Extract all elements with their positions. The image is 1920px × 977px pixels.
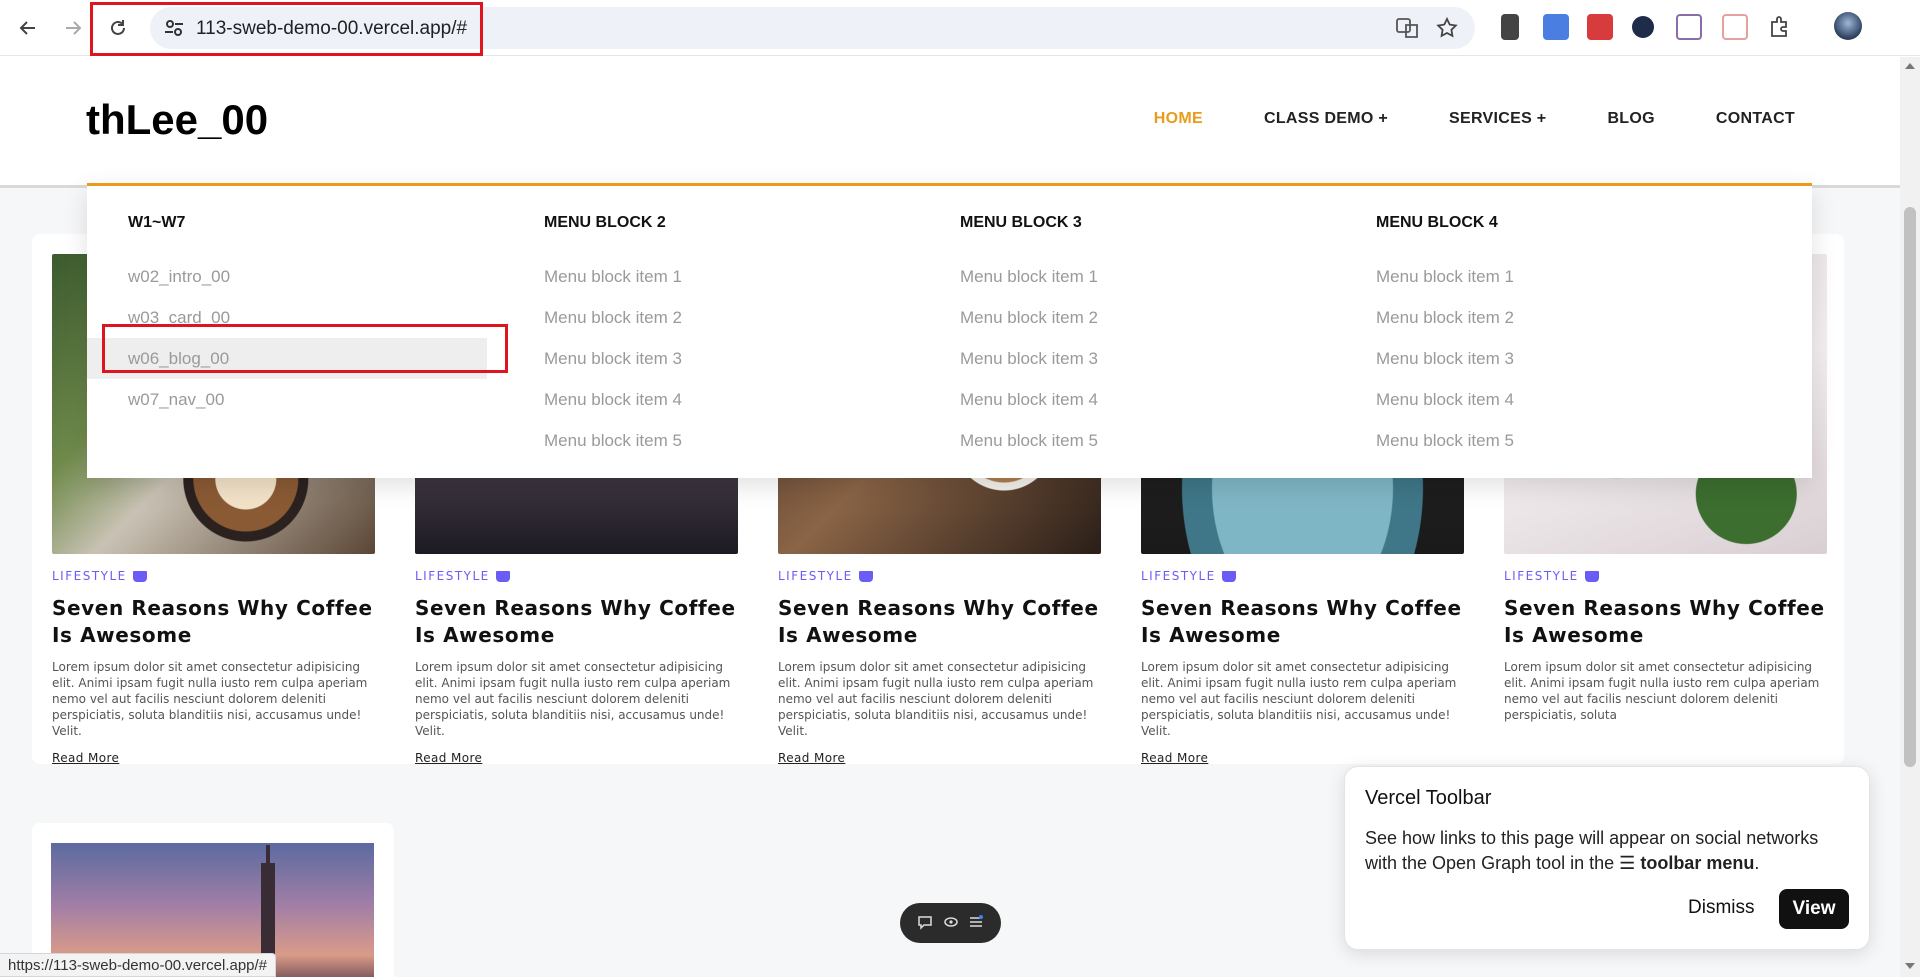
category-label[interactable]: LIFESTYLE	[1141, 569, 1464, 583]
highlight-address-bar	[90, 2, 483, 56]
read-more-link[interactable]: Read More	[1141, 751, 1208, 765]
scrollbar-thumb[interactable]	[1904, 207, 1916, 767]
menu-column-title: MENU BLOCK 3	[960, 214, 1082, 231]
menu-block-item[interactable]: Menu block item 2	[919, 297, 1319, 338]
menu-block-item[interactable]: Menu block item 2	[1335, 297, 1735, 338]
window-extension-icon[interactable]	[1676, 14, 1702, 40]
coffee-cup-icon	[495, 570, 510, 582]
category-label[interactable]: LIFESTYLE	[1504, 569, 1827, 583]
category-label[interactable]: LIFESTYLE	[415, 569, 738, 583]
popup-title: Vercel Toolbar	[1365, 787, 1492, 809]
card-title[interactable]: Seven Reasons Why Coffee Is Awesome	[52, 595, 375, 649]
coffee-cup-icon	[1584, 570, 1599, 582]
site-header: thLee_00 HOME CLASS DEMO + SERVICES + BL…	[0, 57, 1900, 185]
menu-block-item[interactable]: Menu block item 4	[919, 379, 1319, 420]
popup-text: See how links to this page will appear o…	[1365, 828, 1819, 873]
card-title[interactable]: Seven Reasons Why Coffee Is Awesome	[1504, 595, 1827, 649]
menu-icon: ☰	[1619, 853, 1636, 873]
main-nav: HOME CLASS DEMO + SERVICES + BLOG CONTAC…	[1093, 110, 1795, 128]
card-excerpt: Lorem ipsum dolor sit amet consectetur a…	[778, 660, 1094, 738]
nav-services[interactable]: SERVICES +	[1449, 110, 1546, 128]
site-logo[interactable]: thLee_00	[86, 96, 268, 144]
coffee-cup-icon	[132, 570, 147, 582]
book-extension-icon[interactable]	[1587, 14, 1613, 40]
vercel-toolbar-pill[interactable]	[900, 903, 1001, 943]
translate-icon[interactable]	[1395, 16, 1419, 40]
link-status-bar: https://113-sweb-demo-00.vercel.app/#	[0, 953, 277, 977]
card-title[interactable]: Seven Reasons Why Coffee Is Awesome	[415, 595, 738, 649]
highlight-menu-item	[102, 324, 508, 373]
coffee-cup-icon	[858, 570, 873, 582]
page-scrollbar[interactable]	[1900, 57, 1920, 977]
menu-block-item[interactable]: Menu block item 1	[919, 256, 1319, 297]
menu-column-title: MENU BLOCK 4	[1376, 214, 1498, 231]
menu-block-item[interactable]: Menu block item 5	[503, 420, 903, 461]
nav-home[interactable]: HOME	[1154, 110, 1203, 128]
nav-blog[interactable]: BLOG	[1607, 110, 1654, 128]
nav-contact[interactable]: CONTACT	[1716, 110, 1795, 128]
menu-item-w07-nav[interactable]: w07_nav_00	[87, 379, 487, 420]
scroll-down-icon[interactable]	[1905, 963, 1915, 969]
vercel-toolbar-popup: Vercel Toolbar See how links to this pag…	[1344, 766, 1870, 950]
menu-block-item[interactable]: Menu block item 5	[1335, 420, 1735, 461]
forward-icon[interactable]	[55, 10, 91, 46]
menu-block-item[interactable]: Menu block item 4	[1335, 379, 1735, 420]
extensions-icon[interactable]	[1767, 14, 1793, 40]
card-title[interactable]: Seven Reasons Why Coffee Is Awesome	[1141, 595, 1464, 649]
dismiss-button[interactable]: Dismiss	[1688, 897, 1755, 919]
eye-icon[interactable]	[943, 914, 959, 933]
menu-block-item[interactable]: Menu block item 1	[503, 256, 903, 297]
menu-block-item[interactable]: Menu block item 4	[503, 379, 903, 420]
card-title[interactable]: Seven Reasons Why Coffee Is Awesome	[778, 595, 1101, 649]
menu-item-w02-intro[interactable]: w02_intro_00	[87, 256, 487, 297]
category-label[interactable]: LIFESTYLE	[778, 569, 1101, 583]
view-button[interactable]: View	[1779, 889, 1849, 929]
audio-extension-icon[interactable]	[1501, 14, 1519, 40]
menu-column-block-3: MENU BLOCK 3 Menu block item 1 Menu bloc…	[919, 214, 1299, 461]
card-excerpt: Lorem ipsum dolor sit amet consectetur a…	[415, 660, 731, 738]
menu-column-block-4: MENU BLOCK 4 Menu block item 1 Menu bloc…	[1335, 214, 1715, 461]
star-icon[interactable]	[1435, 16, 1459, 40]
scroll-up-icon[interactable]	[1905, 63, 1915, 69]
comment-icon[interactable]	[917, 914, 933, 933]
menu-block-item[interactable]: Menu block item 5	[919, 420, 1319, 461]
card-excerpt: Lorem ipsum dolor sit amet consectetur a…	[52, 660, 368, 738]
pdf-extension-icon[interactable]	[1722, 14, 1748, 40]
hex-extension-icon[interactable]	[1632, 16, 1654, 38]
menu-column-title: MENU BLOCK 2	[544, 214, 666, 231]
translate-extension-icon[interactable]	[1543, 14, 1569, 40]
read-more-link[interactable]: Read More	[52, 751, 119, 765]
category-label[interactable]: LIFESTYLE	[52, 569, 375, 583]
card-excerpt: Lorem ipsum dolor sit amet consectetur a…	[1141, 660, 1457, 738]
read-more-link[interactable]: Read More	[415, 751, 482, 765]
card-excerpt: Lorem ipsum dolor sit amet consectetur a…	[1504, 660, 1820, 722]
read-more-link[interactable]: Read More	[778, 751, 845, 765]
menu-column-w1-w7: W1~W7 w02_intro_00 w03_card_00 w06_blog_…	[87, 214, 487, 420]
menu-column-title: W1~W7	[128, 214, 186, 231]
nav-class-demo[interactable]: CLASS DEMO +	[1264, 110, 1388, 128]
menu-block-item[interactable]: Menu block item 1	[1335, 256, 1735, 297]
profile-avatar[interactable]	[1834, 12, 1862, 40]
menu-block-item[interactable]: Menu block item 3	[503, 338, 903, 379]
coffee-cup-icon	[1221, 570, 1236, 582]
menu-block-item[interactable]: Menu block item 3	[919, 338, 1319, 379]
menu-block-item[interactable]: Menu block item 3	[1335, 338, 1735, 379]
menu-column-block-2: MENU BLOCK 2 Menu block item 1 Menu bloc…	[503, 214, 883, 461]
menu-block-item[interactable]: Menu block item 2	[503, 297, 903, 338]
menu-icon[interactable]	[968, 914, 984, 933]
back-icon[interactable]	[10, 10, 46, 46]
